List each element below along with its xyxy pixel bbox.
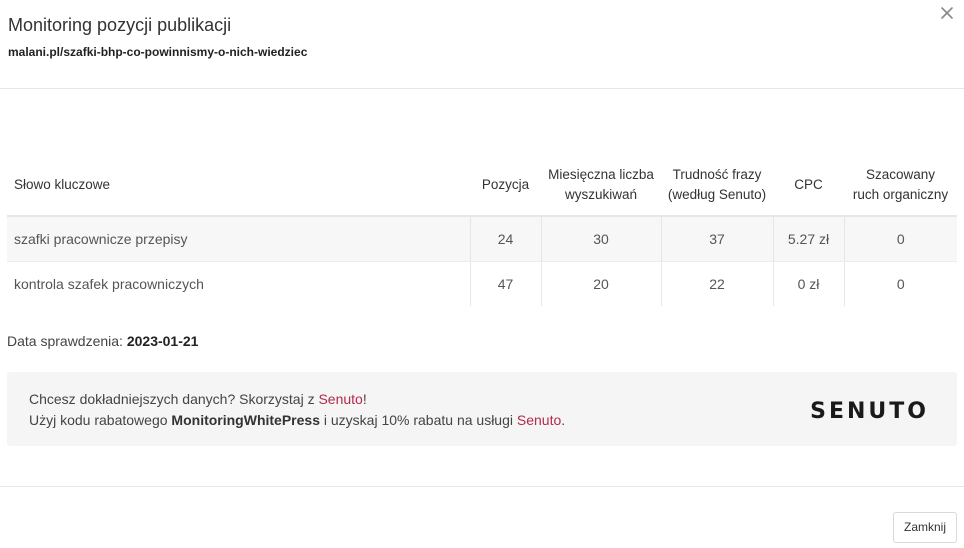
cell-cpc: 5.27 zł [772,216,844,262]
check-date-label: Data sprawdzenia: [7,333,123,349]
header-position: Pozycja [470,155,541,217]
header-monthly-line2: wyszukiwań [564,187,638,202]
header-organic-traffic: Szacowany ruch organiczny [844,155,957,217]
close-icon-glyph [941,7,953,19]
header-keyword: Słowo kluczowe [7,155,470,217]
keywords-table: Słowo kluczowe Pozycja Miesięczna liczba… [7,155,957,306]
header-difficulty: Trudność frazy (według Senuto) [661,155,773,217]
publication-monitoring-modal: Monitoring pozycji publikacji malani.pl/… [0,0,964,548]
senuto-logo: SENUTO [810,399,929,424]
promo-line2-suffix: . [561,412,566,428]
header-traffic-line2: ruch organiczny [852,187,949,202]
header-monthly-searches: Miesięczna liczba wyszukiwań [541,155,661,217]
senuto-promo-box: Chcesz dokładniejszych danych? Skorzysta… [7,372,957,446]
cell-cpc: 0 zł [772,261,844,306]
cell-keyword: szafki pracownicze przepisy [7,216,470,262]
table-row: szafki pracownicze przepisy 24 30 37 5.2… [7,216,957,262]
footer-divider [0,486,964,487]
senuto-link[interactable]: Senuto [318,391,362,407]
cell-difficulty: 22 [660,261,773,306]
header-divider [0,88,964,89]
table-header-row: Słowo kluczowe Pozycja Miesięczna liczba… [7,155,957,217]
promo-line2-text: Użyj kodu rabatowego [29,412,172,428]
promo-line-1: Chcesz dokładniejszych danych? Skorzysta… [29,391,367,407]
cell-organic-traffic: 0 [843,216,957,262]
cell-monthly-searches: 20 [540,261,661,306]
promo-line-2: Użyj kodu rabatowego MonitoringWhitePres… [29,412,565,428]
cell-difficulty: 37 [660,216,773,262]
senuto-link[interactable]: Senuto [517,412,561,428]
table-row: kontrola szafek pracowniczych 47 20 22 0… [7,261,957,306]
cell-monthly-searches: 30 [540,216,661,262]
header-monthly-line1: Miesięczna liczba [548,167,654,182]
header-cpc: CPC [773,155,844,217]
header-traffic-line1: Szacowany [865,167,936,182]
close-icon[interactable] [938,4,956,22]
close-button[interactable]: Zamknij [892,512,957,543]
modal-title: Monitoring pozycji publikacji [8,15,232,35]
promo-line2-middle: i uzyskaj 10% rabatu na usługi [319,412,517,428]
promo-line1-text: Chcesz dokładniejszych danych? Skorzysta… [29,391,319,407]
cell-position: 47 [469,261,541,306]
promo-line1-suffix: ! [362,391,367,407]
cell-position: 24 [469,216,541,262]
header-difficulty-line1: Trudność frazy [672,167,762,182]
publication-url: malani.pl/szafki-bhp-co-powinnismy-o-nic… [8,45,308,59]
discount-code: MonitoringWhitePress [171,412,320,428]
header-difficulty-line2: (według Senuto) [667,187,767,202]
cell-organic-traffic: 0 [843,261,957,306]
check-date-value: 2023-01-21 [126,333,199,349]
check-date: Data sprawdzenia: 2023-01-21 [7,333,198,349]
cell-keyword: kontrola szafek pracowniczych [14,276,204,292]
